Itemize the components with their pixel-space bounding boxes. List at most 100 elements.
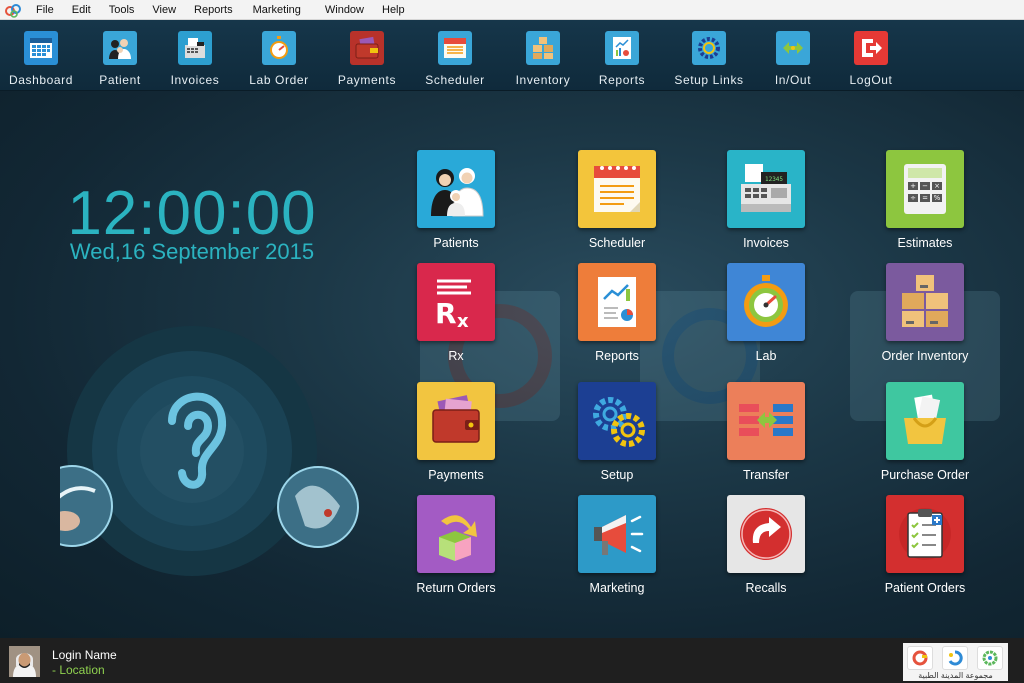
tile-marketing-label: Marketing xyxy=(589,581,645,595)
menu-edit[interactable]: Edit xyxy=(63,0,100,20)
toolbar-in-out-label: In/Out xyxy=(774,73,812,87)
brand-logos: مجموعة المدينة الطبية xyxy=(903,643,1008,681)
menu-file[interactable]: File xyxy=(28,0,63,20)
stopwatch-icon xyxy=(727,263,805,341)
cash-register-icon: 12345 xyxy=(727,150,805,228)
toolbar-in-out-button[interactable]: In/Out xyxy=(748,20,838,91)
tile-purchase-order[interactable]: Purchase Order xyxy=(835,382,1015,497)
toolbar-setup-links-label: Setup Links xyxy=(674,73,744,87)
toolbar-setup-links-button[interactable]: Setup Links xyxy=(664,20,754,91)
toolbar-invoices-button[interactable]: Invoices xyxy=(150,20,240,91)
clipboard-icon xyxy=(886,495,964,573)
tile-order-inventory[interactable]: Order Inventory xyxy=(835,263,1015,378)
patient-family-icon xyxy=(417,150,495,228)
brand-logo-blue-icon xyxy=(942,646,968,670)
cash-register-icon xyxy=(178,31,212,65)
tile-invoices[interactable]: 12345 Invoices xyxy=(676,150,856,265)
svg-text:+: + xyxy=(910,182,916,190)
megaphone-icon xyxy=(578,495,656,573)
toolbar-lab-order-label: Lab Order xyxy=(249,73,309,87)
menu-reports[interactable]: Reports xyxy=(185,0,242,20)
toolbar-inventory-label: Inventory xyxy=(515,73,571,87)
tile-estimates[interactable]: + − × ÷ =% Estimates xyxy=(835,150,1015,265)
toolbar-dashboard-label: Dashboard xyxy=(8,73,74,87)
return-box-icon xyxy=(417,495,495,573)
in-out-arrows-icon xyxy=(776,31,810,65)
toolbar-invoices-label: Invoices xyxy=(170,73,220,87)
calculator-icon: + − × ÷ =% xyxy=(886,150,964,228)
svg-text:×: × xyxy=(934,182,940,190)
tile-payments[interactable]: Payments xyxy=(366,382,546,497)
toolbar-logout-button[interactable]: LogOut xyxy=(826,20,916,91)
tile-transfer-label: Transfer xyxy=(742,468,790,482)
svg-text:12345: 12345 xyxy=(765,176,783,183)
tile-patients-label: Patients xyxy=(433,236,479,250)
menu-help[interactable]: Help xyxy=(373,0,414,20)
toolbar-dashboard-button[interactable]: Dashboard xyxy=(0,20,86,91)
report-chart-icon xyxy=(578,263,656,341)
tile-reports-label: Reports xyxy=(595,349,639,363)
toolbar-reports-label: Reports xyxy=(598,73,646,87)
toolbar-scheduler-label: Scheduler xyxy=(425,73,485,87)
toolbar-lab-order-button[interactable]: Lab Order xyxy=(234,20,324,91)
tile-recalls-label: Recalls xyxy=(745,581,787,595)
tile-setup-label: Setup xyxy=(600,468,634,482)
menu-marketing[interactable]: Marketing xyxy=(242,0,312,20)
tile-rx-label: Rx xyxy=(448,349,464,363)
avatar xyxy=(9,646,40,677)
svg-text:%: % xyxy=(934,194,941,202)
menu-view[interactable]: View xyxy=(143,0,185,20)
boxes-icon xyxy=(526,31,560,65)
dashboard-main: 12:00:00 Wed,16 September 2015 Patients … xyxy=(0,91,1024,638)
tile-invoices-label: Invoices xyxy=(743,236,789,250)
calendar-icon xyxy=(438,31,472,65)
tile-payments-label: Payments xyxy=(428,468,484,482)
shopping-basket-icon xyxy=(886,382,964,460)
transfer-icon xyxy=(727,382,805,460)
status-bar: Login Name - Location مجموعة المدينة الط… xyxy=(0,638,1024,683)
brand-logo-red-icon xyxy=(907,646,933,670)
toolbar-reports-button[interactable]: Reports xyxy=(577,20,667,91)
tile-rx[interactable]: Rx Rx xyxy=(366,263,546,378)
tile-order-inventory-label: Order Inventory xyxy=(881,349,969,363)
toolbar-payments-button[interactable]: Payments xyxy=(322,20,412,91)
tile-scheduler-label: Scheduler xyxy=(588,236,646,250)
stopwatch-icon xyxy=(262,31,296,65)
gears-icon xyxy=(692,31,726,65)
menu-tools[interactable]: Tools xyxy=(100,0,144,20)
tile-recalls[interactable]: Recalls xyxy=(676,495,856,610)
tile-purchase-order-label: Purchase Order xyxy=(880,468,970,482)
report-chart-icon xyxy=(605,31,639,65)
dashboard-grid-icon xyxy=(24,31,58,65)
patient-family-icon xyxy=(103,31,137,65)
svg-text:R: R xyxy=(435,297,457,330)
boxes-icon xyxy=(886,263,964,341)
tile-transfer[interactable]: Transfer xyxy=(676,382,856,497)
tile-return-orders[interactable]: Return Orders xyxy=(366,495,546,610)
recall-arrow-icon xyxy=(727,495,805,573)
rx-icon: Rx xyxy=(417,263,495,341)
toolbar-payments-label: Payments xyxy=(337,73,397,87)
toolbar-inventory-button[interactable]: Inventory xyxy=(498,20,588,91)
logout-icon xyxy=(854,31,888,65)
app-logo-icon xyxy=(4,1,22,19)
tile-patient-orders[interactable]: Patient Orders xyxy=(835,495,1015,610)
svg-text:=: = xyxy=(922,194,928,202)
login-location: - Location xyxy=(52,663,105,677)
tile-return-orders-label: Return Orders xyxy=(416,581,496,595)
gears-icon xyxy=(578,382,656,460)
wallet-icon xyxy=(350,31,384,65)
menu-bar: File Edit Tools View Reports Marketing W… xyxy=(0,0,1024,20)
brand-text: مجموعة المدينة الطبية xyxy=(918,671,993,680)
menu-window[interactable]: Window xyxy=(312,0,373,20)
wallet-icon xyxy=(417,382,495,460)
svg-text:x: x xyxy=(457,311,469,332)
tile-estimates-label: Estimates xyxy=(897,236,953,250)
toolbar-scheduler-button[interactable]: Scheduler xyxy=(410,20,500,91)
tile-lab[interactable]: Lab xyxy=(676,263,856,378)
toolbar: Dashboard Patient Invoices Lab Order Pay… xyxy=(0,20,1024,91)
toolbar-logout-label: LogOut xyxy=(849,73,893,87)
tile-patient-orders-label: Patient Orders xyxy=(884,581,966,595)
tile-patients[interactable]: Patients xyxy=(366,150,546,265)
hearing-ear-illustration-icon xyxy=(60,326,359,576)
